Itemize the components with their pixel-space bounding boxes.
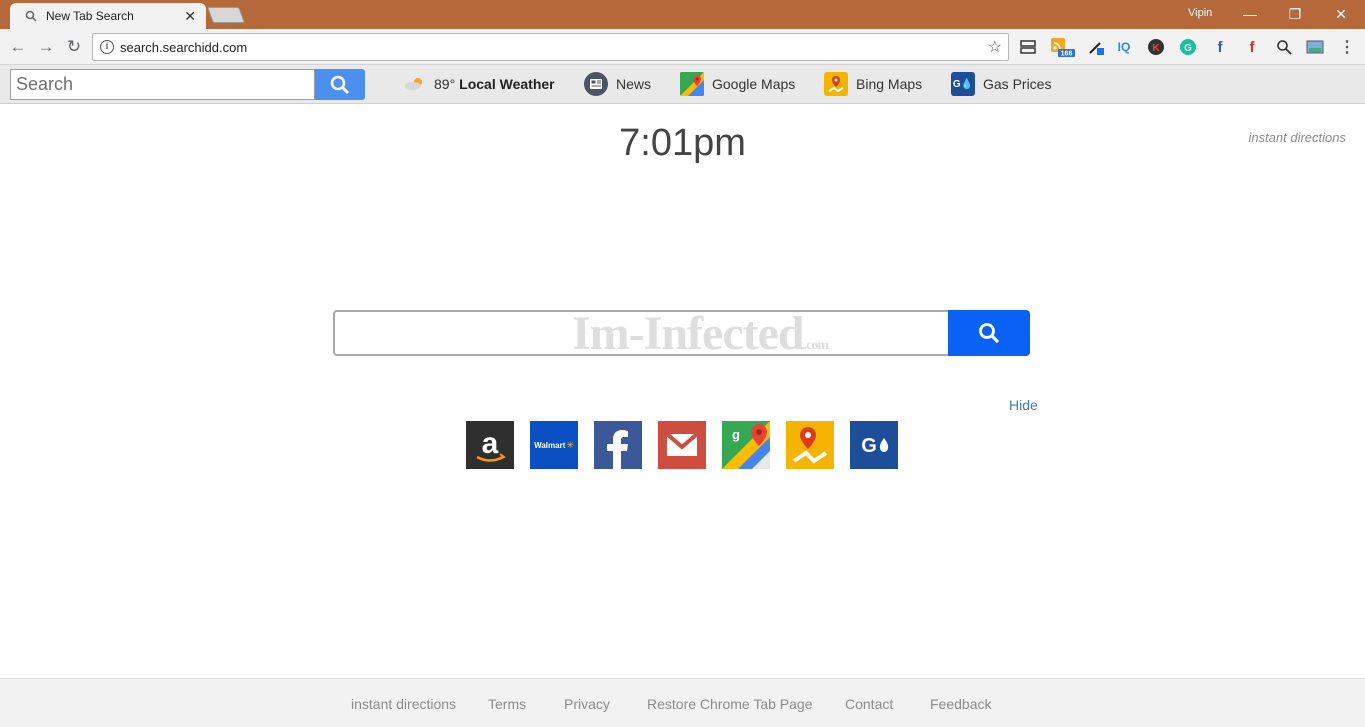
svg-text:g: g — [732, 427, 740, 442]
menu-icon[interactable]: ⋮ — [1337, 37, 1357, 57]
gas-prices-icon: G — [861, 435, 889, 457]
google-maps-icon — [680, 72, 704, 96]
bing-maps-tile[interactable] — [786, 421, 834, 469]
bing-maps-link[interactable]: Bing Maps — [824, 72, 922, 96]
gas-prices-tile[interactable]: G — [850, 421, 898, 469]
search-icon — [24, 9, 38, 23]
browser-toolbar: ← → ↻ i search.searchidd.com ☆ 166 IQ K … — [0, 29, 1365, 65]
close-window-icon[interactable]: ✕ — [1321, 4, 1361, 24]
gas-prices-label: Gas Prices — [983, 76, 1052, 92]
bing-maps-icon — [824, 72, 848, 96]
tab-strip: New Tab Search ✕ Vipin — ❐ ✕ — [0, 0, 1365, 29]
clock: 7:01pm — [619, 122, 746, 164]
screenshot-ext-icon[interactable] — [1305, 37, 1325, 57]
k-extension-icon[interactable]: K — [1146, 37, 1166, 57]
footer-restore-chrome-tab[interactable]: Restore Chrome Tab Page — [647, 696, 813, 712]
reload-icon[interactable]: ↻ — [63, 36, 85, 58]
svg-text:G: G — [861, 435, 877, 457]
news-link[interactable]: News — [584, 72, 651, 96]
footer-contact[interactable]: Contact — [845, 696, 893, 712]
news-icon — [584, 72, 608, 96]
instant-directions-link[interactable]: instant directions — [1248, 130, 1346, 145]
search-icon — [330, 75, 350, 94]
color-picker-icon[interactable] — [1086, 37, 1106, 57]
footer-instant-directions[interactable]: instant directions — [351, 696, 456, 712]
gmail-tile[interactable] — [658, 421, 706, 469]
bookmark-star-icon[interactable]: ☆ — [988, 37, 1002, 57]
ext-search-button[interactable] — [315, 69, 365, 100]
grammarly-icon[interactable]: G — [1178, 37, 1198, 57]
iq-extension-icon[interactable]: IQ — [1114, 37, 1134, 57]
minimize-icon[interactable]: — — [1230, 4, 1270, 24]
footer-privacy[interactable]: Privacy — [564, 696, 610, 712]
hide-link[interactable]: Hide — [1009, 397, 1038, 413]
facebook-icon — [607, 430, 628, 469]
amazon-icon: a — [476, 427, 506, 462]
ext-search-input[interactable] — [10, 69, 315, 100]
rss-badge: 166 — [1061, 51, 1073, 58]
weather-temp: 89° — [434, 76, 456, 92]
news-label: News — [616, 76, 652, 92]
rss-icon[interactable]: 166 — [1050, 37, 1076, 58]
google-maps-link[interactable]: Google Maps — [680, 72, 795, 96]
back-icon[interactable]: ← — [7, 36, 29, 58]
new-tab-button[interactable] — [207, 7, 245, 23]
tab-close-icon[interactable]: ✕ — [184, 8, 196, 25]
footer-terms[interactable]: Terms — [488, 696, 526, 712]
svg-text:K: K — [1152, 43, 1160, 54]
info-icon[interactable]: i — [100, 40, 114, 54]
restore-icon[interactable]: ❐ — [1275, 4, 1315, 24]
browser-tab[interactable]: New Tab Search ✕ — [10, 3, 206, 29]
footer-feedback[interactable]: Feedback — [930, 696, 991, 712]
walmart-icon: Walmart — [534, 440, 566, 450]
svg-text:a: a — [482, 427, 499, 460]
search-ext-icon[interactable] — [1274, 37, 1294, 57]
extension-search-bar: 89° Local Weather News Google Maps Bing … — [0, 65, 1365, 104]
tab-layout-icon[interactable] — [1018, 37, 1038, 57]
footer: instant directions Terms Privacy Restore… — [0, 678, 1365, 727]
facebook-tile[interactable] — [594, 421, 642, 469]
partly-cloudy-icon — [404, 72, 426, 96]
main-search-button[interactable] — [948, 310, 1030, 356]
amazon-tile[interactable]: a — [466, 421, 514, 469]
address-bar[interactable]: i search.searchidd.com ☆ — [92, 33, 1009, 61]
gmail-icon — [665, 432, 699, 456]
google-maps-icon: g — [722, 421, 770, 469]
bing-maps-icon — [792, 427, 828, 464]
forward-icon[interactable]: → — [35, 36, 57, 58]
search-icon — [979, 323, 1000, 344]
google-maps-label: Google Maps — [712, 76, 796, 92]
weather-label: Local Weather — [459, 76, 555, 92]
profile-name[interactable]: Vipin — [1188, 7, 1212, 19]
svg-text:G: G — [1184, 43, 1192, 54]
tab-title: New Tab Search — [46, 9, 134, 23]
shortcut-tiles: a Walmart ✳ g G — [466, 421, 898, 469]
facebook-ext-icon[interactable]: f — [1210, 37, 1230, 57]
bing-maps-label: Bing Maps — [856, 76, 923, 92]
weather-link[interactable]: 89° Local Weather — [404, 72, 555, 96]
main-search-input[interactable] — [333, 310, 949, 356]
walmart-tile[interactable]: Walmart ✳ — [530, 421, 578, 469]
flipboard-ext-icon[interactable]: f — [1242, 37, 1262, 57]
google-maps-tile[interactable]: g — [722, 421, 770, 469]
gas-prices-icon: G💧 — [951, 72, 975, 96]
url-text: search.searchidd.com — [120, 39, 248, 55]
gas-prices-link[interactable]: G💧 Gas Prices — [951, 72, 1051, 96]
